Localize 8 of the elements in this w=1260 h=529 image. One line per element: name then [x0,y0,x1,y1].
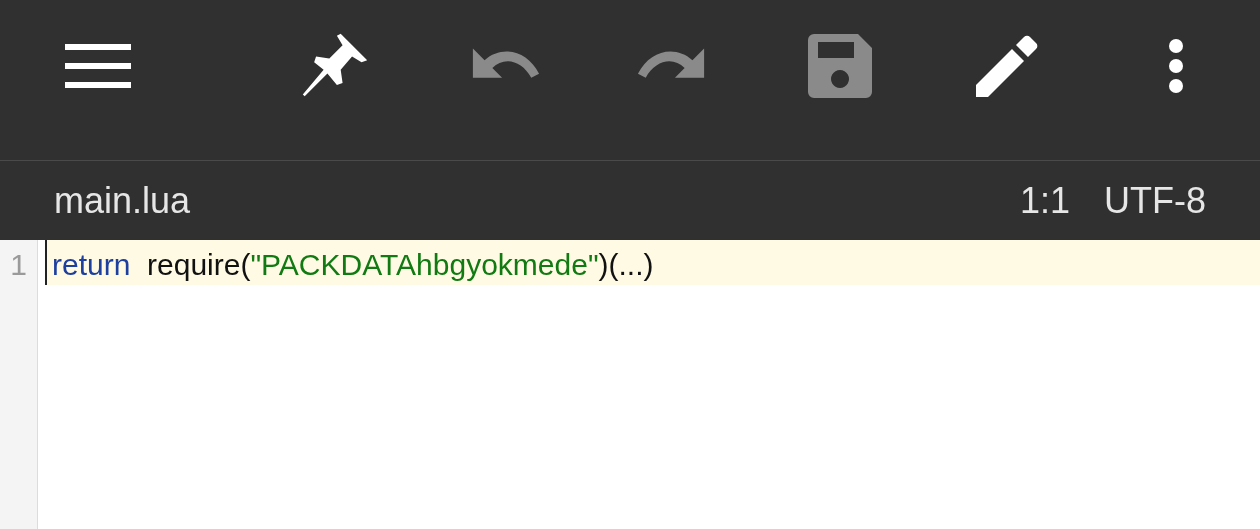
cursor-position: 1:1 [1019,178,1070,223]
file-name: main.lua [54,178,191,223]
line-number: 1 [9,247,28,283]
pencil-icon [974,33,1040,99]
save-icon [808,34,872,98]
menu-icon [65,42,131,90]
more-options-icon [1168,38,1184,94]
encoding-label: UTF-8 [1104,178,1206,223]
